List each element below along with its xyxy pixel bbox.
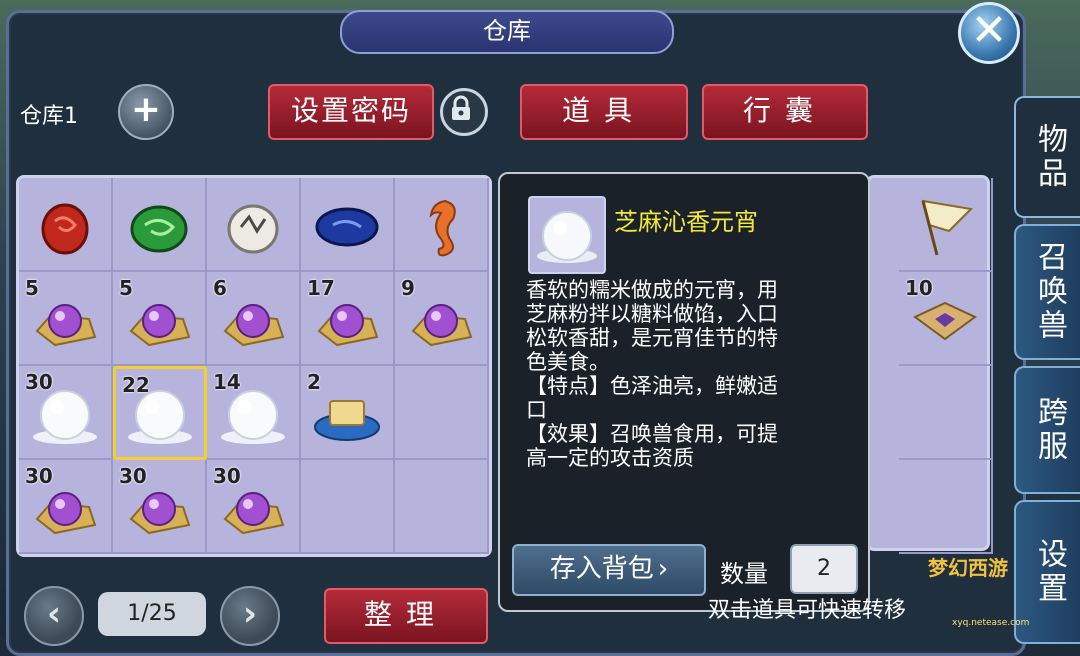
item-count: 30 (25, 464, 53, 488)
blue-stone-icon (315, 205, 379, 253)
grid-slot[interactable]: 30 (113, 460, 207, 554)
grid-slot[interactable]: 10 (899, 272, 993, 366)
item-count: 6 (213, 276, 227, 300)
grid-slot-empty[interactable] (899, 366, 993, 460)
grid-slot[interactable]: 17 (301, 272, 395, 366)
purple-tangyuan-icon (221, 293, 285, 353)
red-jade-disc-icon (37, 199, 93, 259)
item-count: 10 (905, 276, 933, 300)
grid-slot[interactable] (395, 178, 489, 272)
side-tab-pets[interactable]: 召唤兽 (1014, 224, 1080, 360)
green-jade-disc-icon (129, 199, 189, 259)
white-jade-disc-icon (225, 199, 281, 259)
lock-icon[interactable] (440, 88, 488, 136)
item-count: 9 (401, 276, 415, 300)
page-indicator: 1/25 (98, 592, 206, 636)
bag-tab-button[interactable]: 行囊 (702, 84, 868, 140)
items-tab-button[interactable]: 道具 (520, 84, 688, 140)
item-count: 22 (122, 373, 150, 397)
window-title: 仓库 (340, 10, 674, 54)
quantity-input[interactable]: 2 (790, 544, 858, 594)
purple-tangyuan-icon (33, 481, 97, 541)
grid-slot-empty[interactable] (301, 460, 395, 554)
seahorse-icon (417, 195, 465, 263)
side-tab-label: 召唤兽 (1032, 241, 1067, 343)
tooltip-item-icon (528, 196, 606, 274)
chevron-right-icon: › (657, 554, 669, 584)
grid-slot[interactable]: 22 (113, 366, 207, 460)
flag-icon (915, 195, 975, 263)
grid-slot[interactable] (113, 178, 207, 272)
purple-tangyuan-icon (127, 293, 191, 353)
item-count: 14 (213, 370, 241, 394)
ornate-box-icon (911, 297, 979, 349)
site-logo: 梦幻西游 (928, 556, 1008, 580)
grid-slot-empty[interactable] (395, 366, 489, 460)
grid-slot[interactable]: 5 (113, 272, 207, 366)
warehouse-grid-right: 10 (866, 175, 993, 554)
grid-slot[interactable]: 2 (301, 366, 395, 460)
site-url: xyq.netease.com (952, 618, 1030, 628)
grid-slot[interactable]: 30 (207, 460, 301, 554)
store-to-bag-button[interactable]: 存入背包 › (512, 544, 706, 596)
side-tab-cross-server[interactable]: 跨服 (1014, 366, 1080, 494)
grid-slot-empty[interactable] (899, 460, 993, 554)
item-count: 17 (307, 276, 335, 300)
item-count: 30 (25, 370, 53, 394)
grid-slot[interactable] (19, 178, 113, 272)
grid-slot-empty[interactable] (395, 460, 489, 554)
warehouse-number-label: 仓库1 (20, 104, 78, 129)
prev-page-button[interactable]: ‹ (24, 586, 84, 646)
grid-slot[interactable] (301, 178, 395, 272)
warehouse-grid: 5 5 6 17 9 30 22 14 2 30 30 30 (16, 175, 492, 557)
quantity-label: 数量 (720, 560, 768, 588)
grid-slot[interactable]: 30 (19, 460, 113, 554)
grid-slot[interactable]: 30 (19, 366, 113, 460)
next-page-button[interactable]: › (220, 586, 280, 646)
store-to-bag-label: 存入背包 (549, 554, 654, 584)
set-password-button[interactable]: 设置密码 (268, 84, 434, 140)
side-tab-label: 设置 (1032, 538, 1067, 606)
tooltip-item-name: 芝麻沁香元宵 (614, 208, 758, 236)
grid-slot[interactable] (899, 178, 993, 272)
grid-slot[interactable]: 14 (207, 366, 301, 460)
side-tab-items[interactable]: 物品 (1014, 96, 1080, 218)
tofu-dish-icon (312, 387, 382, 447)
item-count: 5 (119, 276, 133, 300)
purple-tangyuan-icon (127, 481, 191, 541)
item-tooltip: 芝麻沁香元宵 香软的糯米做成的元宵，用 芝麻粉拌以糖料做馅，入口 松软香甜，是元… (498, 172, 870, 612)
close-button[interactable]: ✕ (958, 2, 1020, 64)
purple-tangyuan-icon (315, 293, 379, 353)
purple-tangyuan-icon (409, 293, 473, 353)
transfer-hint: 双击道具可快速转移 (708, 598, 907, 623)
item-count: 30 (119, 464, 147, 488)
tooltip-item-description: 香软的糯米做成的元宵，用 芝麻粉拌以糖料做馅，入口 松软香甜，是元宵佳节的特 色… (526, 278, 778, 470)
item-count: 5 (25, 276, 39, 300)
grid-slot[interactable]: 6 (207, 272, 301, 366)
side-tab-label: 物品 (1032, 123, 1067, 191)
purple-tangyuan-icon (221, 481, 285, 541)
purple-tangyuan-icon (33, 293, 97, 353)
item-count: 2 (307, 370, 321, 394)
item-count: 30 (213, 464, 241, 488)
grid-slot[interactable]: 5 (19, 272, 113, 366)
add-warehouse-button[interactable]: + (118, 84, 174, 140)
grid-slot[interactable]: 9 (395, 272, 489, 366)
grid-slot[interactable] (207, 178, 301, 272)
side-tab-label: 跨服 (1032, 396, 1067, 464)
